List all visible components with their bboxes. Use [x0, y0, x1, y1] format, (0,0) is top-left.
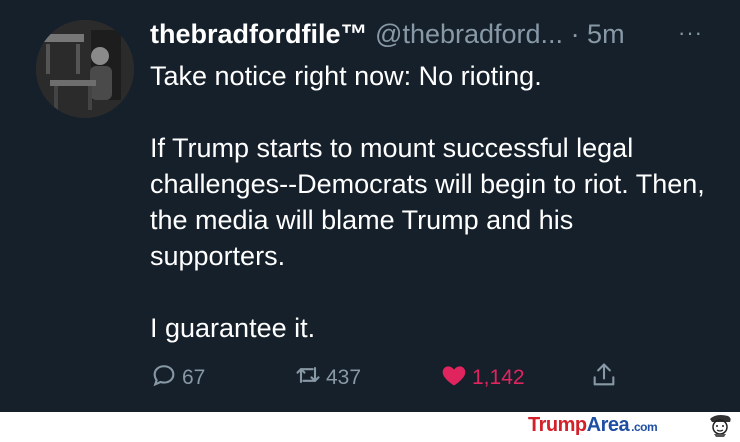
retweet-button[interactable]: 437: [294, 362, 361, 394]
reply-count: 67: [182, 366, 206, 389]
display-name[interactable]: thebradfordfile™: [150, 19, 368, 49]
tweet-actions: 67 437 1,142: [150, 362, 710, 394]
avatar[interactable]: [36, 20, 134, 118]
heart-icon: [440, 361, 468, 395]
like-count: 1,142: [472, 366, 525, 389]
caricature-icon: [704, 413, 736, 437]
retweet-count: 437: [326, 366, 362, 389]
more-options-icon[interactable]: ···: [678, 20, 703, 46]
share-icon: [590, 361, 618, 395]
reply-icon: [150, 361, 178, 395]
watermark-text: Area: [586, 414, 630, 436]
reply-button[interactable]: 67: [150, 362, 205, 394]
watermark-text: Trump: [528, 414, 587, 436]
retweet-icon: [294, 361, 322, 395]
watermark-logo: TrumpArea .com: [528, 414, 658, 437]
tweet-paragraph: If Trump starts to mount successful lega…: [150, 133, 705, 271]
tweet-paragraph: Take notice right now: No rioting.: [150, 61, 542, 91]
like-button[interactable]: 1,142: [440, 362, 525, 394]
watermark-bar: TrumpArea .com: [0, 412, 740, 438]
tweet-paragraph: I guarantee it.: [150, 313, 316, 343]
handle[interactable]: @thebradford...: [375, 19, 563, 49]
timestamp[interactable]: · 5m: [571, 19, 625, 49]
tweet-header: thebradfordfile™ @thebradford... · 5m: [150, 14, 625, 54]
tweet-card: thebradfordfile™ @thebradford... · 5m ··…: [0, 0, 740, 412]
share-button[interactable]: [590, 362, 618, 394]
tweet-text: Take notice right now: No rioting. If Tr…: [150, 58, 710, 346]
watermark-text: .com: [631, 420, 658, 434]
